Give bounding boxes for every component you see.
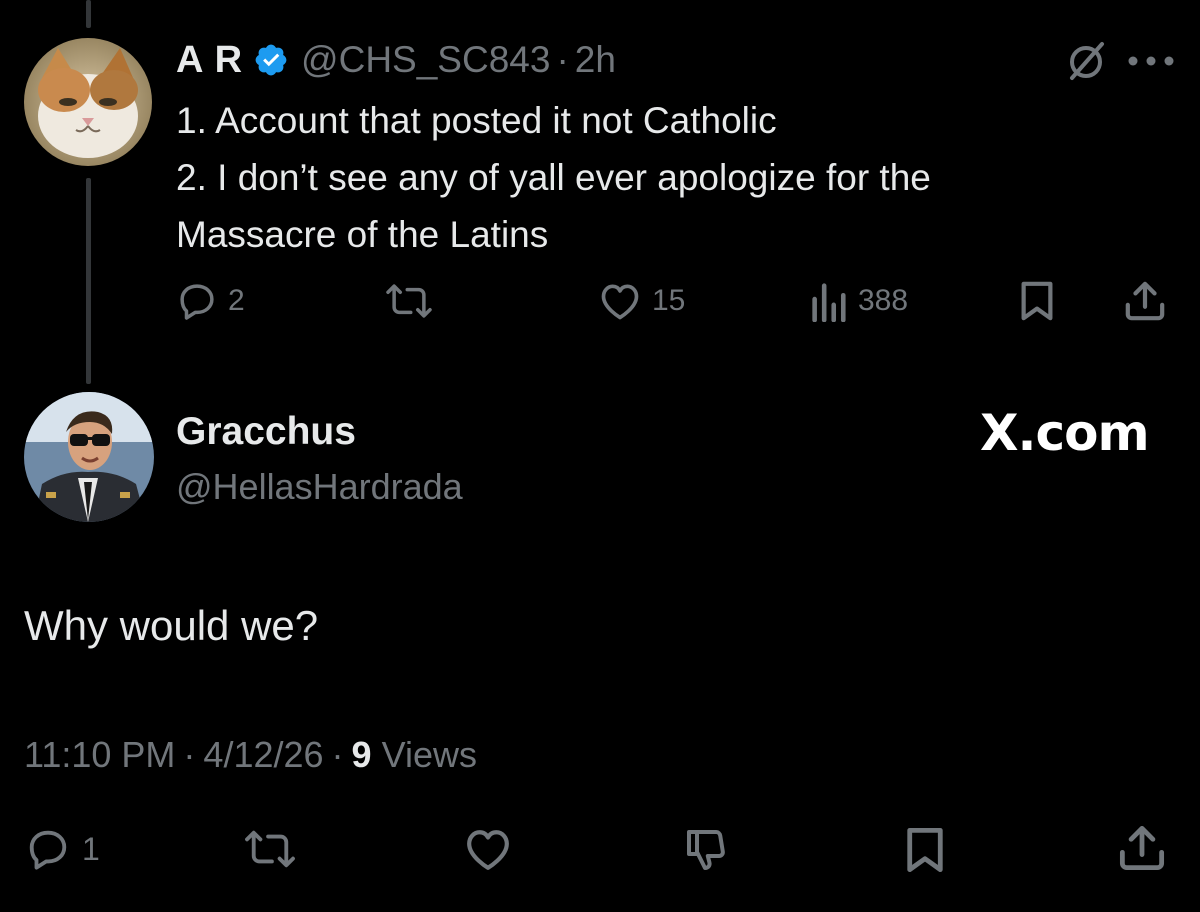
like-icon xyxy=(601,284,639,320)
main-author-avatar[interactable] xyxy=(24,392,154,522)
main-author-handle[interactable]: @HellasHardrada xyxy=(176,466,463,508)
main-replies-count: 1 xyxy=(82,830,100,867)
reply-separator: · xyxy=(556,39,569,80)
reply-icon xyxy=(29,830,67,870)
main-author-name[interactable]: Gracchus xyxy=(176,410,356,454)
grok-icon[interactable] xyxy=(1064,38,1110,84)
verified-badge-icon xyxy=(253,42,289,78)
brand-watermark: X.com xyxy=(980,404,1150,462)
reply-views-button[interactable]: 388 xyxy=(808,280,908,322)
reply-text-line: 2. I don’t see any of yall ever apologiz… xyxy=(176,157,931,198)
reply-header: A R @CHS_SC843 · 2h xyxy=(176,38,616,82)
bookmark-icon xyxy=(1021,281,1053,321)
main-like-button[interactable] xyxy=(462,826,514,872)
reply-text-line: 1. Account that posted it not Catholic xyxy=(176,100,777,141)
main-dislike-button[interactable] xyxy=(682,826,732,874)
share-icon xyxy=(1119,825,1165,871)
thread-connector-top xyxy=(86,0,91,28)
main-share-button[interactable] xyxy=(1118,824,1166,872)
reply-text-line: Massacre of the Latins xyxy=(176,214,549,255)
reply-likes-count: 15 xyxy=(652,284,686,317)
main-post-text: Why would we? xyxy=(24,602,319,649)
repost-icon xyxy=(245,830,295,868)
reply-replies-count: 2 xyxy=(228,284,245,317)
reply-repost-button[interactable] xyxy=(384,280,434,322)
like-icon xyxy=(467,830,509,870)
reply-views-count: 388 xyxy=(858,284,909,317)
reply-author-avatar[interactable] xyxy=(24,38,152,166)
reply-icon xyxy=(180,284,214,320)
reply-bookmark-button[interactable] xyxy=(1018,280,1056,322)
main-bookmark-button[interactable] xyxy=(904,826,946,874)
thread-connector xyxy=(86,178,91,384)
bookmark-icon xyxy=(907,827,943,873)
post-time[interactable]: 11:10 PM xyxy=(24,734,175,775)
main-reply-button[interactable]: 1 xyxy=(24,826,100,872)
views-icon xyxy=(812,283,846,322)
main-repost-button[interactable] xyxy=(242,826,298,872)
reply-text: 1. Account that posted it not Catholic 2… xyxy=(176,92,1156,263)
share-icon xyxy=(1125,281,1165,321)
reply-author-name[interactable]: A R xyxy=(176,39,243,82)
reply-timestamp[interactable]: 2h xyxy=(575,39,616,81)
post-views-count[interactable]: 9 xyxy=(352,734,372,775)
post-metadata: 11:10 PM · 4/12/26 · 9 Views xyxy=(24,734,477,776)
reply-reply-button[interactable]: 2 xyxy=(176,280,245,322)
dislike-icon xyxy=(687,830,725,870)
reply-author-handle[interactable]: @CHS_SC843 xyxy=(301,39,550,81)
meta-separator: · xyxy=(183,734,196,775)
repost-icon xyxy=(386,284,432,318)
bottom-edge xyxy=(0,908,1200,912)
reply-like-button[interactable]: 15 xyxy=(598,280,685,322)
post-date[interactable]: 4/12/26 xyxy=(203,734,323,775)
post-views-label[interactable]: Views xyxy=(382,734,477,775)
reply-share-button[interactable] xyxy=(1124,280,1166,322)
meta-separator: · xyxy=(331,734,344,775)
more-icon[interactable] xyxy=(1126,54,1176,68)
